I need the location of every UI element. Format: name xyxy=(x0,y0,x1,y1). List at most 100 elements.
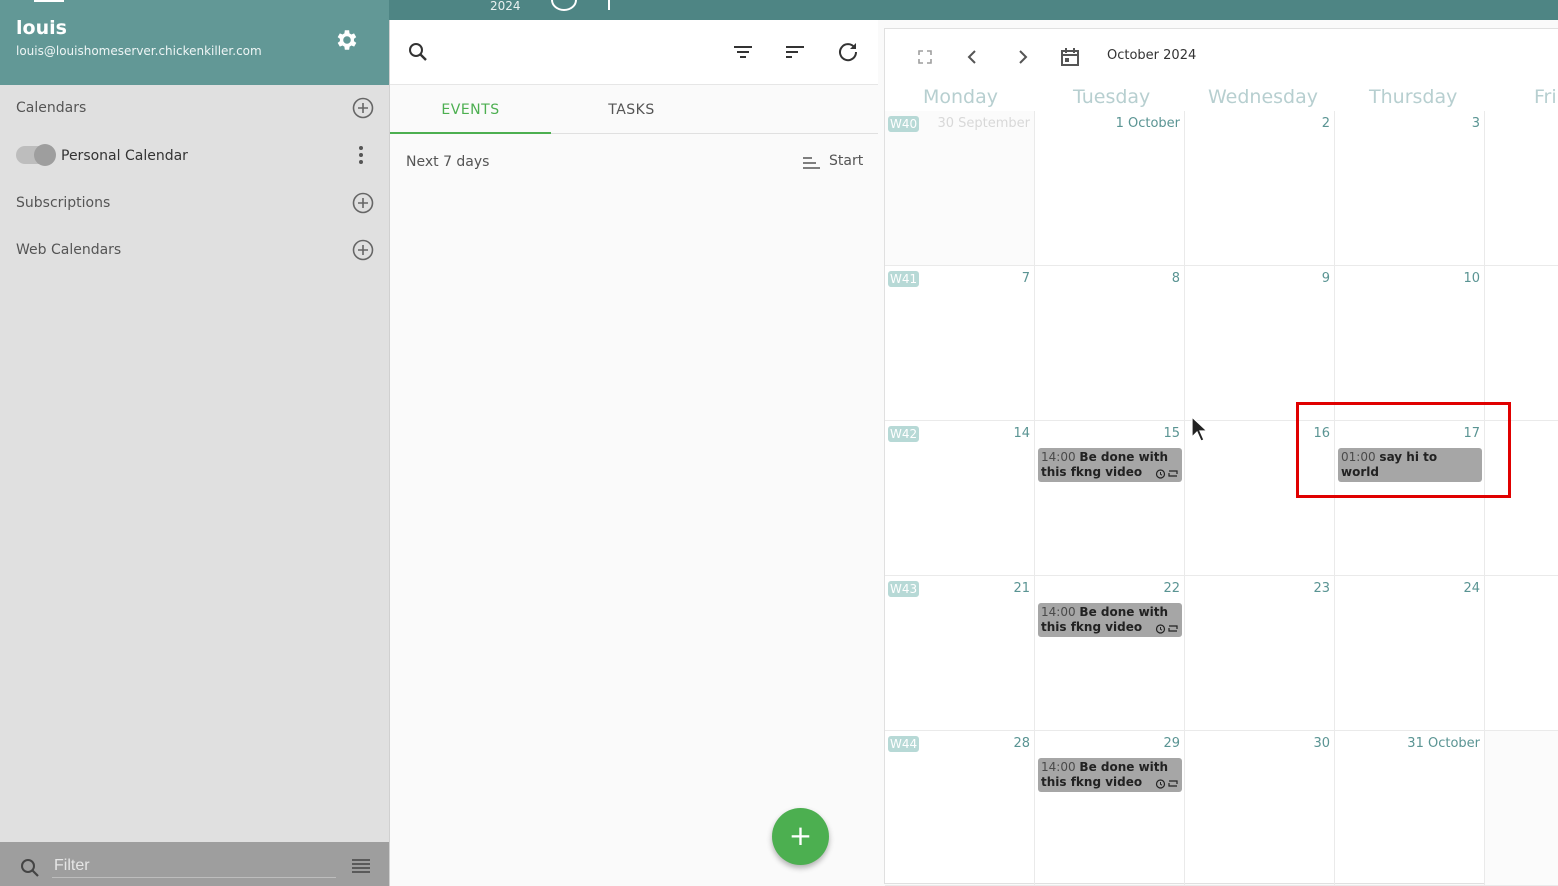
alarm-repeat-icon xyxy=(1155,624,1178,634)
drawer-handle xyxy=(34,0,64,2)
day-cell[interactable] xyxy=(1485,576,1558,731)
day-number: 24 xyxy=(1463,581,1480,596)
day-number: 22 xyxy=(1163,581,1180,596)
subscriptions-label: Subscriptions xyxy=(16,195,111,211)
calendar-event[interactable]: 14:00 Be done with this fkng video xyxy=(1038,448,1182,482)
day-cell[interactable]: 15 xyxy=(1035,421,1185,576)
day-cell[interactable]: 8 xyxy=(1035,266,1185,421)
highlight-annotation-box xyxy=(1296,402,1511,498)
week-number-badge: W43 xyxy=(888,581,920,597)
calendars-label: Calendars xyxy=(16,100,87,116)
day-number: 30 xyxy=(1313,736,1330,751)
day-cell[interactable]: 2 xyxy=(1185,111,1335,266)
month-label: October 2024 xyxy=(1107,48,1197,63)
filter-input[interactable] xyxy=(52,854,336,878)
toggle-knob xyxy=(34,144,56,166)
calendar-event[interactable]: 14:00 Be done with this fkng video xyxy=(1038,603,1182,637)
circle-icon xyxy=(551,0,577,11)
day-number: 15 xyxy=(1163,426,1180,441)
day-cell[interactable]: W44 28 xyxy=(885,731,1035,886)
search-icon[interactable] xyxy=(404,38,432,66)
day-cell[interactable]: 23 xyxy=(1185,576,1335,731)
week-number-badge: W40 xyxy=(888,116,920,132)
sort-label: Start xyxy=(829,153,864,169)
day-cell[interactable]: 10 xyxy=(1335,266,1485,421)
add-calendar-icon[interactable] xyxy=(352,97,374,119)
calendar-today-icon[interactable] xyxy=(1056,43,1084,71)
agenda-tabs: EVENTS TASKS xyxy=(390,86,878,134)
day-number: 9 xyxy=(1321,271,1330,286)
add-web-calendar-icon[interactable] xyxy=(352,239,374,261)
day-cell[interactable]: 31 October xyxy=(1335,731,1485,886)
day-number: 23 xyxy=(1313,581,1330,596)
day-cell[interactable]: 29 xyxy=(1035,731,1185,886)
weekday-thursday: Thursday xyxy=(1369,86,1458,108)
fullscreen-icon[interactable] xyxy=(911,43,939,71)
chevron-left-icon[interactable] xyxy=(959,43,987,71)
top-app-bar: 2024 xyxy=(389,0,1558,20)
day-number: 14 xyxy=(1013,426,1030,441)
list-menu-icon[interactable] xyxy=(351,858,371,874)
alarm-repeat-icon xyxy=(1155,469,1178,479)
day-cell[interactable]: 3 xyxy=(1335,111,1485,266)
calendar-item-personal[interactable]: Personal Calendar xyxy=(0,138,389,178)
day-cell[interactable]: 9 xyxy=(1185,266,1335,421)
weekday-monday: Monday xyxy=(923,86,999,108)
add-event-fab[interactable]: + xyxy=(772,808,829,865)
calendar-item-label: Personal Calendar xyxy=(61,148,188,164)
day-cell[interactable]: W41 7 xyxy=(885,266,1035,421)
day-cell[interactable]: 22 xyxy=(1035,576,1185,731)
week-number-badge: W41 xyxy=(888,271,920,287)
day-cell[interactable]: W42 14 xyxy=(885,421,1035,576)
agenda-toolbar xyxy=(390,20,878,85)
mouse-cursor-icon xyxy=(1191,415,1208,442)
chevron-right-icon[interactable] xyxy=(1008,43,1036,71)
add-subscription-icon[interactable] xyxy=(352,192,374,214)
weekday-tuesday: Tuesday xyxy=(1073,86,1151,108)
filter-icon[interactable] xyxy=(729,38,757,66)
subscriptions-section: Subscriptions xyxy=(0,183,389,223)
weekday-friday: Fri xyxy=(1534,86,1557,108)
web-calendars-label: Web Calendars xyxy=(16,242,122,258)
tab-events[interactable]: EVENTS xyxy=(390,86,551,134)
day-number: 8 xyxy=(1171,271,1180,286)
event-time: 14:00 xyxy=(1041,760,1076,774)
sort-icon[interactable] xyxy=(781,38,809,66)
account-header: louis louis@louishomeserver.chickenkille… xyxy=(0,0,389,85)
account-name: louis xyxy=(16,17,67,39)
calendar-event[interactable]: 14:00 Be done with this fkng video xyxy=(1038,758,1182,792)
search-icon xyxy=(21,859,39,877)
day-number: 29 xyxy=(1163,736,1180,751)
web-calendars-section: Web Calendars xyxy=(0,230,389,270)
sidebar: louis louis@louishomeserver.chickenkille… xyxy=(0,0,389,886)
day-cell[interactable]: W40 30 September xyxy=(885,111,1035,266)
topbar-year: 2024 xyxy=(490,0,521,13)
calendars-section: Calendars xyxy=(0,88,389,128)
refresh-icon[interactable] xyxy=(834,38,862,66)
day-number: 28 xyxy=(1013,736,1030,751)
day-cell[interactable]: 30 xyxy=(1185,731,1335,886)
day-cell[interactable] xyxy=(1485,731,1558,886)
event-time: 14:00 xyxy=(1041,450,1076,464)
weekday-wednesday: Wednesday xyxy=(1208,86,1319,108)
week-number-badge: W42 xyxy=(888,426,920,442)
day-cell[interactable]: 1 October xyxy=(1035,111,1185,266)
calendar-toolbar: October 2024 xyxy=(885,29,1558,85)
day-cell[interactable]: 24 xyxy=(1335,576,1485,731)
tab-tasks[interactable]: TASKS xyxy=(551,86,712,134)
settings-gear-icon[interactable] xyxy=(334,27,360,53)
day-cell[interactable] xyxy=(1485,111,1558,266)
event-time: 14:00 xyxy=(1041,605,1076,619)
day-number: 31 October xyxy=(1407,736,1480,751)
day-cell[interactable] xyxy=(1485,266,1558,421)
week-number-badge: W44 xyxy=(888,736,920,752)
calendar-visibility-toggle[interactable] xyxy=(16,144,56,166)
filter-bar xyxy=(0,842,389,886)
day-number: 1 October xyxy=(1115,116,1180,131)
sort-lines-icon xyxy=(803,157,820,169)
day-number: 3 xyxy=(1471,116,1480,131)
range-selector[interactable]: Next 7 days xyxy=(406,154,489,170)
account-email: louis@louishomeserver.chickenkiller.com xyxy=(16,44,262,58)
day-cell[interactable]: W43 21 xyxy=(885,576,1035,731)
more-vert-icon[interactable] xyxy=(351,143,371,167)
